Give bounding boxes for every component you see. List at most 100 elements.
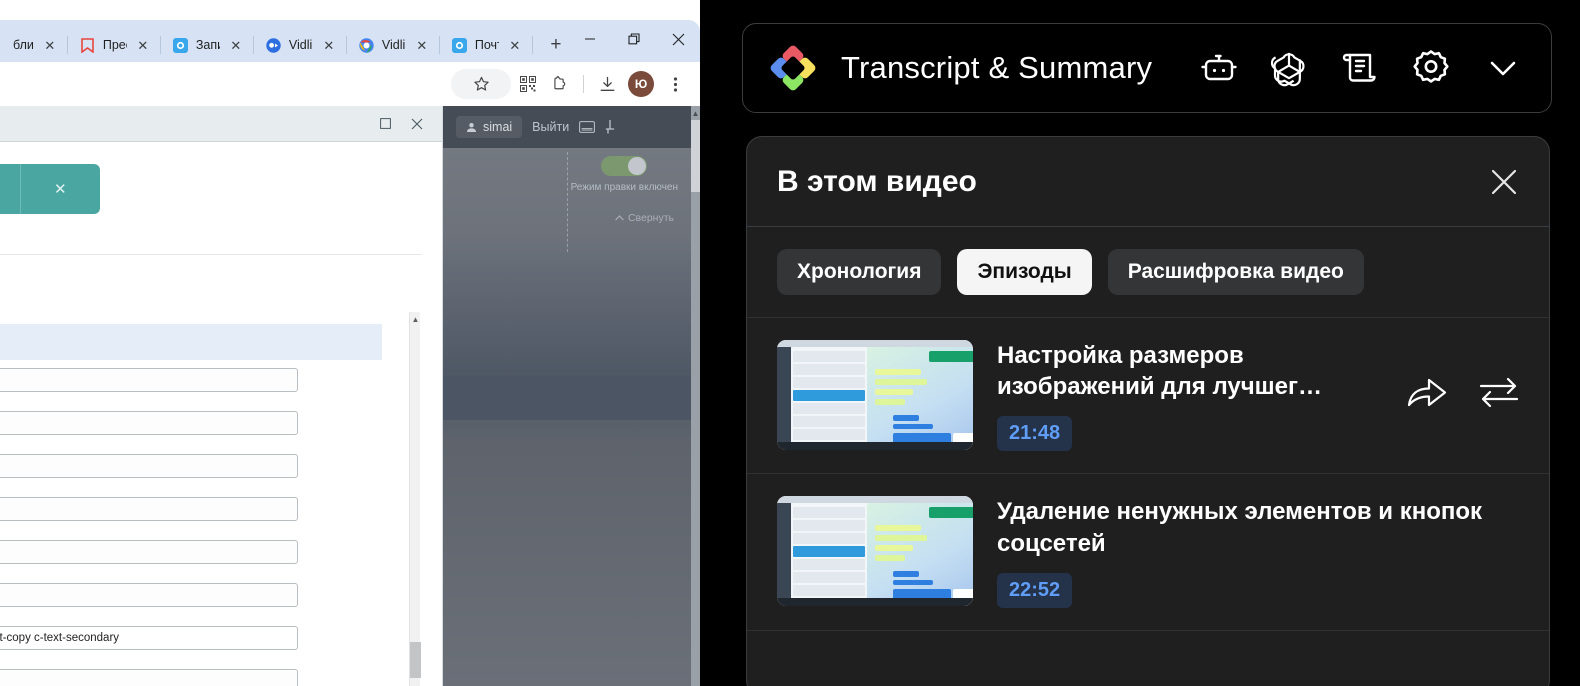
episode-body: Настройка размеров изображений для лучше… bbox=[997, 340, 1381, 452]
browser-tab-3[interactable]: Vidlin ✕ bbox=[256, 28, 344, 62]
new-tab-button[interactable]: + bbox=[541, 29, 571, 59]
puzzle-icon[interactable] bbox=[545, 69, 575, 99]
extension-header-actions bbox=[1199, 46, 1523, 90]
dialog-hairline-divider bbox=[0, 254, 422, 255]
transcript-scroll-icon[interactable] bbox=[1339, 48, 1379, 88]
episode-thumbnail[interactable] bbox=[777, 496, 973, 607]
inner-close-button[interactable] bbox=[404, 111, 430, 137]
tab-label: Vidlin bbox=[288, 38, 313, 52]
background-highlighted-row bbox=[442, 376, 700, 420]
scroll-up-arrow-icon[interactable]: ▲ bbox=[691, 106, 700, 120]
tab-close-icon[interactable]: ✕ bbox=[413, 36, 431, 54]
background-user-chip[interactable]: simai bbox=[456, 116, 523, 138]
episode-actions bbox=[1405, 340, 1521, 410]
episode-body: Удаление ненужных элементов и кнопок соц… bbox=[997, 496, 1521, 608]
tab-divider bbox=[345, 36, 347, 54]
background-dotted-divider bbox=[567, 152, 568, 252]
tab-label: Пресс bbox=[102, 38, 127, 52]
bookmark-icon bbox=[80, 37, 96, 53]
episode-thumbnail[interactable] bbox=[777, 340, 973, 450]
scrollbar-thumb[interactable] bbox=[691, 120, 700, 192]
tab-close-icon[interactable]: ✕ bbox=[41, 36, 59, 54]
background-scrollbar[interactable]: ▲ bbox=[691, 106, 700, 686]
panel-close-icon[interactable] bbox=[1487, 165, 1521, 199]
browser-tab-strip: бли ✕ Пресс ✕ Запис ✕ bbox=[0, 20, 700, 62]
form-field-1[interactable] bbox=[0, 368, 298, 392]
browser-tab-1[interactable]: Пресс ✕ bbox=[70, 28, 158, 62]
form-field-5[interactable] bbox=[0, 540, 298, 564]
chevron-down-icon[interactable] bbox=[1483, 48, 1523, 88]
browser-tab-4[interactable]: Vidlin ✕ bbox=[349, 28, 437, 62]
tab-episodes[interactable]: Эпизоды bbox=[957, 249, 1092, 295]
tab-label: Почта bbox=[474, 38, 499, 52]
background-user-name: simai bbox=[483, 120, 513, 134]
tab-label: Vidlin bbox=[381, 38, 406, 52]
tab-label: бли bbox=[13, 38, 34, 52]
robot-icon[interactable] bbox=[1199, 48, 1239, 88]
browser-toolbar: Ю bbox=[0, 62, 700, 106]
blue-dot-icon bbox=[452, 37, 468, 53]
form-field-class-input[interactable]: ppercase t-copy c-text-secondary bbox=[0, 626, 298, 650]
extension-title: Transcript & Summary bbox=[841, 50, 1153, 85]
form-field-8[interactable] bbox=[0, 669, 298, 686]
tab-close-icon[interactable]: ✕ bbox=[227, 36, 245, 54]
tab-close-icon[interactable]: ✕ bbox=[506, 36, 524, 54]
profile-avatar[interactable]: Ю bbox=[628, 71, 654, 97]
panel-tabs: Хронология Эпизоды Расшифровка видео bbox=[747, 227, 1549, 318]
repeat-icon[interactable] bbox=[1477, 375, 1521, 409]
collapse-label: Свернуть bbox=[627, 212, 674, 224]
three-dot-menu-icon[interactable] bbox=[660, 69, 690, 99]
download-icon[interactable] bbox=[592, 69, 622, 99]
background-edit-mode-toggle[interactable]: Режим правки включен bbox=[571, 156, 678, 194]
toggle-switch[interactable] bbox=[601, 156, 648, 176]
openai-icon[interactable] bbox=[1269, 48, 1309, 88]
tab-divider bbox=[531, 36, 533, 54]
screenshot-root: бли ✕ Пресс ✕ Запис ✕ bbox=[0, 0, 1580, 686]
episode-timestamp[interactable]: 22:52 bbox=[997, 572, 1073, 608]
tab-chronology[interactable]: Хронология bbox=[777, 249, 942, 295]
toggle-caption: Режим правки включен bbox=[570, 182, 678, 193]
chrome-icon bbox=[359, 37, 375, 53]
close-button[interactable] bbox=[656, 20, 700, 58]
share-icon[interactable] bbox=[1405, 374, 1449, 410]
form-field-6[interactable] bbox=[0, 583, 298, 607]
tab-label: Запис bbox=[195, 38, 220, 52]
browser-tab-2[interactable]: Запис ✕ bbox=[163, 28, 251, 62]
browser-window: бли ✕ Пресс ✕ Запис ✕ bbox=[0, 20, 700, 686]
form-field-4[interactable] bbox=[0, 497, 298, 521]
background-app-toolbar: simai Выйти bbox=[442, 106, 700, 148]
episode-title: Настройка размеров изображений для лучше… bbox=[997, 342, 1323, 401]
background-logout-label[interactable]: Выйти bbox=[532, 120, 569, 134]
panel-header: В этом видео bbox=[747, 137, 1549, 227]
toolbar-divider bbox=[583, 75, 584, 93]
pin-icon[interactable] bbox=[605, 120, 615, 134]
restore-button[interactable] bbox=[612, 20, 656, 58]
tab-close-icon[interactable]: ✕ bbox=[134, 36, 152, 54]
tab-transcript[interactable]: Расшифровка видео bbox=[1107, 249, 1364, 295]
minimize-button[interactable] bbox=[568, 20, 612, 58]
bookmark-star-icon[interactable] bbox=[451, 69, 511, 99]
browser-tab-0[interactable]: бли ✕ bbox=[0, 28, 65, 62]
dialog-scrollbar[interactable]: ▲ bbox=[409, 312, 421, 686]
form-field-3[interactable] bbox=[0, 454, 298, 478]
episode-list-item[interactable]: Настройка размеров изображений для лучше… bbox=[747, 318, 1549, 475]
scrollbar-thumb[interactable] bbox=[410, 642, 421, 678]
tab-close-icon[interactable]: ✕ bbox=[320, 36, 338, 54]
extension-overlay: Transcript & Summary В этом видео Хронол… bbox=[700, 0, 1580, 686]
inner-restore-button[interactable] bbox=[372, 111, 398, 137]
episode-timestamp[interactable]: 21:48 bbox=[997, 416, 1073, 452]
window-controls bbox=[568, 20, 700, 58]
teal-close-button[interactable]: ✕ bbox=[19, 164, 101, 214]
gear-icon[interactable] bbox=[1409, 46, 1453, 90]
teal-dropdown-button[interactable]: ⌄ bbox=[0, 164, 20, 214]
browser-tab-5[interactable]: Почта ✕ bbox=[442, 28, 530, 62]
keyboard-icon[interactable] bbox=[579, 121, 596, 133]
inner-dialog-titlebar bbox=[0, 106, 442, 142]
qr-code-icon[interactable] bbox=[513, 69, 543, 99]
teal-action-bar: ⌄ ✕ bbox=[0, 164, 100, 214]
background-collapse-button[interactable]: Свернуть bbox=[615, 212, 674, 224]
scroll-up-arrow-icon[interactable]: ▲ bbox=[410, 312, 421, 326]
episode-list-item[interactable]: Удаление ненужных элементов и кнопок соц… bbox=[747, 474, 1549, 631]
panel-title: В этом видео bbox=[777, 164, 977, 198]
form-field-2[interactable] bbox=[0, 411, 298, 435]
